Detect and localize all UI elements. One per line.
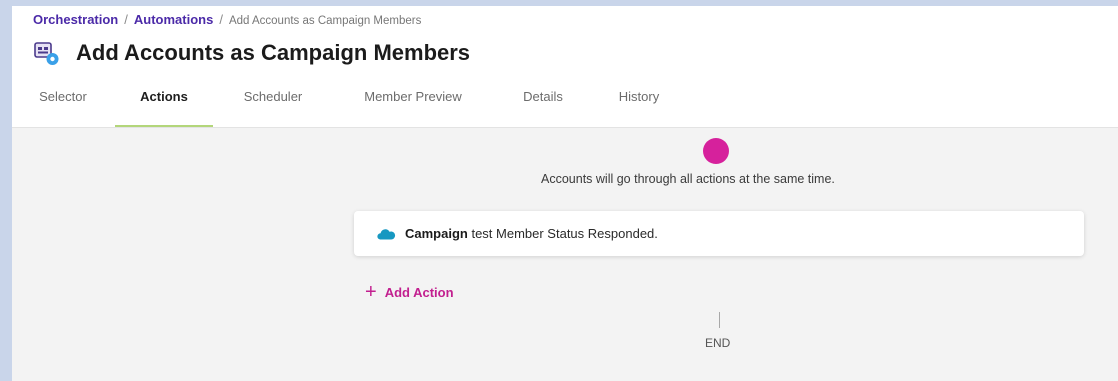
app-window: Orchestration / Automations / Add Accounts a… xyxy=(12,6,1118,381)
breadcrumb-separator: / xyxy=(124,12,128,27)
add-action-label: Add Action xyxy=(384,284,454,300)
page-title: Add Accounts as Campaign Members xyxy=(76,40,471,65)
add-action-button[interactable]: + Add Action xyxy=(365,281,454,303)
flow-start-node xyxy=(703,138,729,164)
action-description: Campaign test Member Status Responded. xyxy=(405,226,658,241)
breadcrumb: Orchestration / Automations / Add Accounts a… xyxy=(33,12,421,27)
tab-actions[interactable]: Actions xyxy=(115,84,213,127)
page-header: Orchestration / Automations / Add Accounts a… xyxy=(12,6,1118,127)
tab-member-preview[interactable]: Member Preview xyxy=(354,84,472,125)
action-object: Campaign xyxy=(405,226,468,241)
tab-history[interactable]: History xyxy=(611,84,667,125)
plus-icon: + xyxy=(365,281,377,303)
breadcrumb-separator: / xyxy=(219,12,223,27)
flow-end-label: END xyxy=(705,336,731,350)
tab-selector[interactable]: Selector xyxy=(32,84,94,125)
flow-note: Accounts will go through all actions at … xyxy=(541,172,835,186)
breadcrumb-orchestration[interactable]: Orchestration xyxy=(33,12,118,27)
tab-scheduler[interactable]: Scheduler xyxy=(237,84,309,125)
salesforce-cloud-icon xyxy=(376,227,396,241)
flow-canvas: Accounts will go through all actions at … xyxy=(12,127,1118,381)
title-row: Add Accounts as Campaign Members xyxy=(34,38,470,68)
tab-bar: Selector Actions Scheduler Member Previe… xyxy=(12,84,1118,127)
breadcrumb-automations[interactable]: Automations xyxy=(134,12,213,27)
action-detail: test Member Status Responded. xyxy=(467,226,658,241)
automation-icon xyxy=(34,40,60,66)
tab-details[interactable]: Details xyxy=(518,84,568,125)
breadcrumb-current: Add Accounts as Campaign Members xyxy=(228,15,422,27)
flow-connector xyxy=(719,312,720,328)
action-card[interactable]: Campaign test Member Status Responded. xyxy=(354,211,1084,256)
